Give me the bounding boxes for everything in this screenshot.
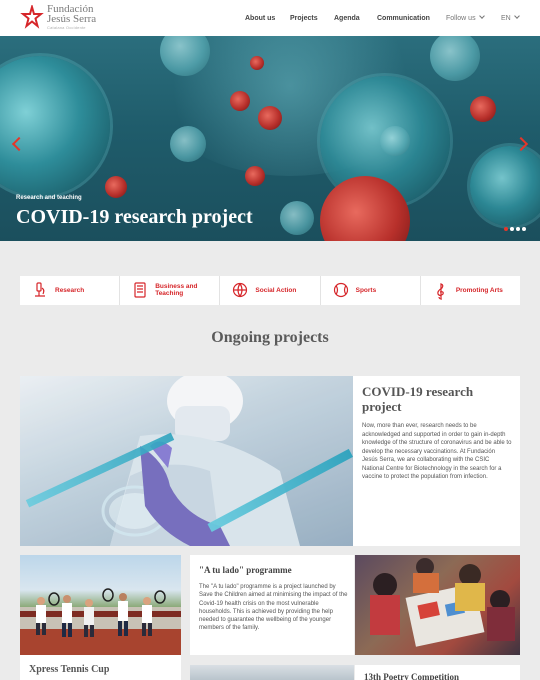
nav-projects[interactable]: Projects [290, 15, 318, 22]
category-label: Research [55, 287, 85, 294]
ball-icon [333, 282, 348, 298]
hero-eyebrow: Research and teaching [16, 195, 82, 201]
atulado-project-card[interactable]: "A tu lado" programme The "A tu lado" pr… [190, 555, 354, 655]
brand-logo[interactable]: Fundación Jesús Serra Catalana Occidente [20, 4, 130, 32]
featured-project-image[interactable] [20, 376, 353, 546]
brand-line2: Jesús Serra [47, 13, 97, 25]
virus-illustration [105, 176, 127, 198]
globe-icon [233, 282, 248, 298]
category-sports[interactable]: Sports [321, 276, 421, 305]
category-research[interactable]: Research [20, 276, 121, 305]
virus-illustration [0, 56, 110, 196]
tennis-project-title[interactable]: Xpress Tennis Cup [29, 664, 109, 675]
lab-scientist-illustration [20, 376, 353, 546]
tennis-project-card[interactable]: Xpress Tennis Cup [20, 655, 181, 680]
chevron-down-icon [513, 13, 520, 19]
category-label: Social Action [255, 287, 297, 294]
virus-illustration [230, 91, 250, 111]
poetry-project-image[interactable] [190, 665, 354, 680]
nav-about-us[interactable]: About us [245, 15, 275, 22]
virus-illustration [250, 56, 264, 70]
virus-illustration [245, 166, 265, 186]
virus-illustration [470, 96, 496, 122]
book-icon [134, 282, 146, 298]
tennis-kids-illustration [20, 588, 181, 655]
language-label: EN [501, 15, 511, 22]
tennis-project-image[interactable] [20, 555, 181, 655]
category-social-action[interactable]: Social Action [220, 276, 321, 305]
category-label: Business and Teaching [155, 283, 198, 297]
section-title: Ongoing projects [211, 329, 329, 346]
atulado-project-image[interactable] [355, 555, 520, 655]
featured-project-title[interactable]: COVID-19 research project [362, 384, 512, 414]
category-bar: Research Business and Teaching Social Ac… [20, 276, 520, 305]
virus-illustration [280, 201, 314, 235]
virus-illustration [470, 146, 540, 226]
nav-agenda[interactable]: Agenda [334, 15, 360, 22]
atulado-project-title[interactable]: "A tu lado" programme [199, 565, 292, 575]
carousel-dot[interactable] [516, 227, 520, 231]
follow-us-label: Follow us [446, 15, 476, 22]
virus-illustration [170, 126, 206, 162]
atulado-project-body: The "A tu lado" programme is a project l… [199, 584, 348, 632]
nav-communication[interactable]: Communication [377, 15, 430, 22]
carousel-dot[interactable] [510, 227, 514, 231]
category-promoting-arts[interactable]: Promoting Arts [421, 276, 520, 305]
hero-title[interactable]: COVID-19 research project [16, 206, 253, 229]
virus-illustration [430, 36, 480, 81]
carousel-dot[interactable] [504, 227, 508, 231]
star-logo-icon [20, 5, 44, 29]
category-business-teaching[interactable]: Business and Teaching [120, 276, 221, 305]
microscope-icon [35, 282, 45, 297]
category-label: Promoting Arts [455, 287, 503, 294]
chevron-down-icon [478, 13, 485, 19]
featured-project-body: Now, more than ever, research needs to b… [362, 423, 512, 480]
poetry-project-title[interactable]: 13th Poetry Competition [364, 672, 459, 680]
hero-carousel[interactable]: Research and teaching COVID-19 research … [0, 36, 540, 241]
category-label: Sports [355, 287, 377, 294]
kids-drawing-illustration [370, 558, 515, 647]
poetry-project-card[interactable]: 13th Poetry Competition [355, 665, 520, 680]
site-header: Fundación Jesús Serra Catalana Occidente… [0, 0, 540, 36]
brand-tagline: Catalana Occidente [47, 25, 86, 30]
nav-follow-us[interactable]: Follow us [446, 13, 485, 22]
carousel-dot[interactable] [522, 227, 526, 231]
virus-illustration [380, 126, 410, 156]
carousel-dots [504, 218, 528, 231]
featured-project-card[interactable]: COVID-19 research project Now, more than… [353, 376, 520, 546]
treble-clef-icon [437, 283, 444, 300]
virus-illustration [258, 106, 282, 130]
language-selector[interactable]: EN [501, 13, 520, 22]
